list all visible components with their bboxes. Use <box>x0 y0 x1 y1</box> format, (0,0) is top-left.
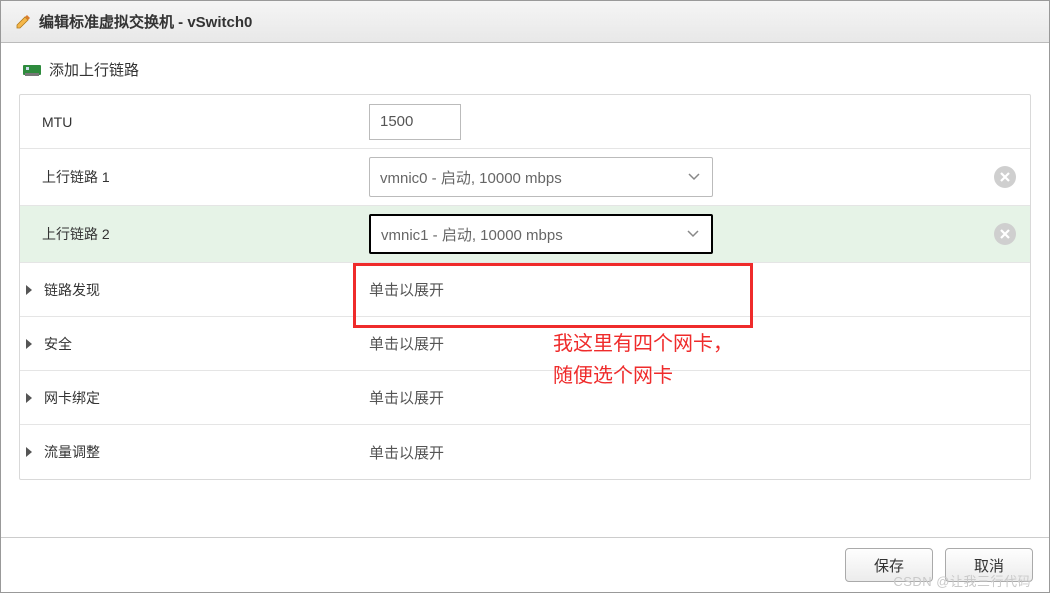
label-security: 安全 <box>20 326 355 362</box>
row-uplink1: 上行链路 1 vmnic0 - 启动, 10000 mbps <box>20 149 1030 206</box>
value-mtu <box>355 96 1030 148</box>
uplink1-selected-text: vmnic0 - 启动, 10000 mbps <box>380 167 562 188</box>
label-link-discovery: 链路发现 <box>20 272 355 308</box>
dialog-titlebar: 编辑标准虚拟交换机 - vSwitch0 <box>1 1 1049 43</box>
dialog: 编辑标准虚拟交换机 - vSwitch0 添加上行链路 MTU <box>0 0 1050 593</box>
value-security: 单击以展开 <box>355 325 1030 362</box>
uplink2-selected-text: vmnic1 - 启动, 10000 mbps <box>381 224 563 245</box>
dialog-title: 编辑标准虚拟交换机 - vSwitch0 <box>39 11 252 32</box>
label-security-text: 安全 <box>44 334 72 354</box>
chevron-down-icon <box>688 173 700 181</box>
expand-arrow-icon <box>26 285 32 295</box>
value-nic-teaming: 单击以展开 <box>355 379 1030 416</box>
row-traffic-shaping[interactable]: 流量调整 单击以展开 <box>20 425 1030 479</box>
value-uplink2: vmnic1 - 启动, 10000 mbps <box>355 206 1030 262</box>
remove-uplink1-button[interactable] <box>994 166 1016 188</box>
add-uplink-button[interactable]: 添加上行链路 <box>19 59 1031 80</box>
value-traffic-shaping: 单击以展开 <box>355 434 1030 471</box>
label-uplink1: 上行链路 1 <box>20 159 355 195</box>
nic-icon <box>23 63 41 77</box>
row-link-discovery[interactable]: 链路发现 单击以展开 <box>20 263 1030 317</box>
hint-security: 单击以展开 <box>369 333 444 354</box>
mtu-input[interactable] <box>369 104 461 140</box>
value-uplink1: vmnic0 - 启动, 10000 mbps <box>355 149 1030 205</box>
uplink1-select[interactable]: vmnic0 - 启动, 10000 mbps <box>369 157 713 197</box>
dialog-footer: 保存 取消 CSDN @让我三行代码 <box>1 537 1049 592</box>
label-uplink2: 上行链路 2 <box>20 216 355 252</box>
expand-arrow-icon <box>26 339 32 349</box>
row-nic-teaming[interactable]: 网卡绑定 单击以展开 <box>20 371 1030 425</box>
form-table: MTU 上行链路 1 vmnic0 - 启动, 10000 mbps <box>19 94 1031 480</box>
label-nic-teaming-text: 网卡绑定 <box>44 388 100 408</box>
row-security[interactable]: 安全 单击以展开 <box>20 317 1030 371</box>
expand-arrow-icon <box>26 393 32 403</box>
expand-arrow-icon <box>26 447 32 457</box>
hint-nic-teaming: 单击以展开 <box>369 387 444 408</box>
form-table-wrap: MTU 上行链路 1 vmnic0 - 启动, 10000 mbps <box>19 94 1031 480</box>
label-mtu: MTU <box>20 106 355 138</box>
uplink2-select[interactable]: vmnic1 - 启动, 10000 mbps <box>369 214 713 254</box>
row-mtu: MTU <box>20 95 1030 149</box>
cancel-button[interactable]: 取消 <box>945 548 1033 582</box>
label-nic-teaming: 网卡绑定 <box>20 380 355 416</box>
label-traffic-shaping: 流量调整 <box>20 434 355 470</box>
hint-traffic-shaping: 单击以展开 <box>369 442 444 463</box>
pencil-icon <box>15 14 31 30</box>
hint-link-discovery: 单击以展开 <box>369 279 444 300</box>
add-uplink-label: 添加上行链路 <box>49 59 139 80</box>
save-button[interactable]: 保存 <box>845 548 933 582</box>
label-traffic-shaping-text: 流量调整 <box>44 442 100 462</box>
dialog-content: 添加上行链路 MTU 上行链路 1 vmnic0 - 启动, 10000 mbp… <box>1 43 1049 537</box>
remove-uplink2-button[interactable] <box>994 223 1016 245</box>
value-link-discovery: 单击以展开 <box>355 271 1030 308</box>
row-uplink2: 上行链路 2 vmnic1 - 启动, 10000 mbps <box>20 206 1030 263</box>
chevron-down-icon <box>687 230 699 238</box>
label-link-discovery-text: 链路发现 <box>44 280 100 300</box>
